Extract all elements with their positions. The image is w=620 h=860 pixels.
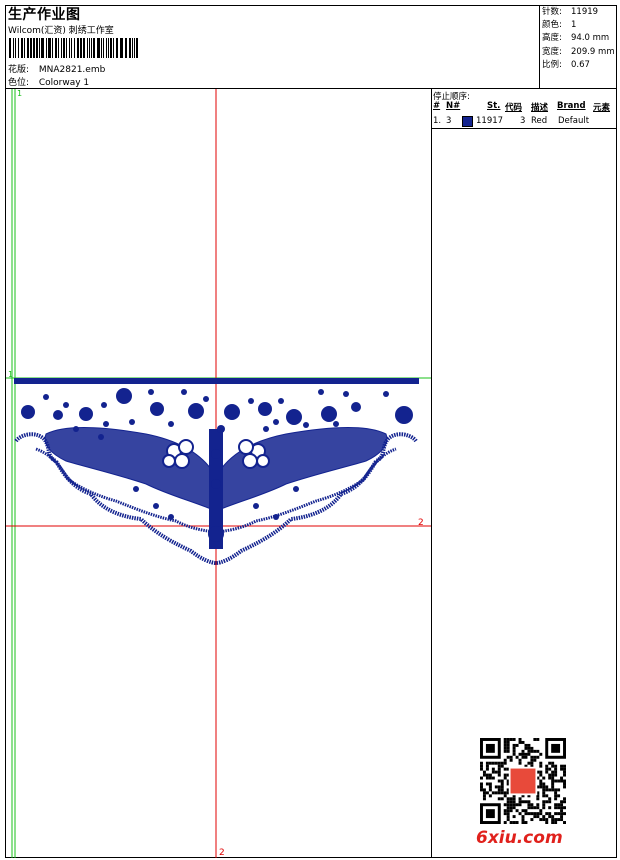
design-file-row: 花版: MNA2821.emb bbox=[8, 62, 105, 75]
row-code: 3 bbox=[520, 116, 526, 126]
col-brand: Brand bbox=[557, 101, 586, 111]
embroidery-center-medallion bbox=[208, 526, 224, 542]
stop-table-header: # N# St. 代码 描述 Brand 元素 bbox=[433, 101, 615, 113]
design-stats: 针数: 11919 颜色: 1 高度: 94.0 mm 宽度: 209.9 mm 比例:… bbox=[542, 6, 615, 72]
design-file-name: MNA2821.emb bbox=[38, 65, 106, 75]
table-row: 1. 3 11917 3 Red Default bbox=[433, 116, 615, 128]
stat-stitches: 针数: 11919 bbox=[542, 7, 599, 17]
qr-code bbox=[480, 738, 566, 824]
row-needle: 3 bbox=[446, 116, 452, 126]
qr-seal-logo bbox=[508, 766, 538, 796]
colorway-row: 色位: Colorway 1 bbox=[8, 75, 89, 88]
col-stitches: St. bbox=[487, 101, 501, 111]
design-canvas: 1 1 2 2 bbox=[6, 89, 431, 858]
col-element: 元素 bbox=[593, 103, 611, 113]
colorway-label: 色位: bbox=[8, 78, 30, 88]
stat-colors: 颜色: 1 bbox=[542, 20, 577, 31]
row-index: 1. bbox=[433, 116, 442, 126]
col-description: 描述 bbox=[531, 103, 549, 113]
table-row-divider bbox=[431, 128, 617, 129]
col-index: # bbox=[433, 101, 441, 111]
embroidery-top-band bbox=[14, 378, 419, 384]
design-label: 花版: bbox=[8, 65, 30, 75]
barcode bbox=[9, 38, 138, 58]
thread-color-swatch bbox=[462, 116, 473, 127]
guide-marker-green-v: 1 bbox=[17, 89, 22, 98]
colorway-name: Colorway 1 bbox=[38, 78, 90, 88]
stat-width: 宽度: 209.9 mm bbox=[542, 46, 615, 57]
guide-marker-green-h: 1 bbox=[8, 370, 13, 379]
stat-height: 高度: 94.0 mm bbox=[542, 33, 610, 44]
guide-marker-red-h: 2 bbox=[418, 518, 424, 528]
col-code: 代码 bbox=[505, 103, 523, 113]
row-brand: Default bbox=[558, 116, 590, 126]
company-name: Wilcom(汇资) 刺绣工作室 bbox=[8, 26, 114, 36]
brand-watermark: 6xiu.com bbox=[476, 828, 563, 848]
row-stitches: 11917 bbox=[476, 116, 504, 126]
col-needle: N# bbox=[446, 101, 461, 111]
stat-scale: 比例: 0.67 bbox=[542, 59, 590, 70]
guide-marker-red-v: 2 bbox=[219, 848, 225, 858]
row-description: Red bbox=[531, 116, 548, 126]
panel-divider bbox=[431, 89, 432, 858]
page-title: 生产作业图 bbox=[8, 7, 81, 23]
header-stats-divider bbox=[539, 5, 540, 89]
